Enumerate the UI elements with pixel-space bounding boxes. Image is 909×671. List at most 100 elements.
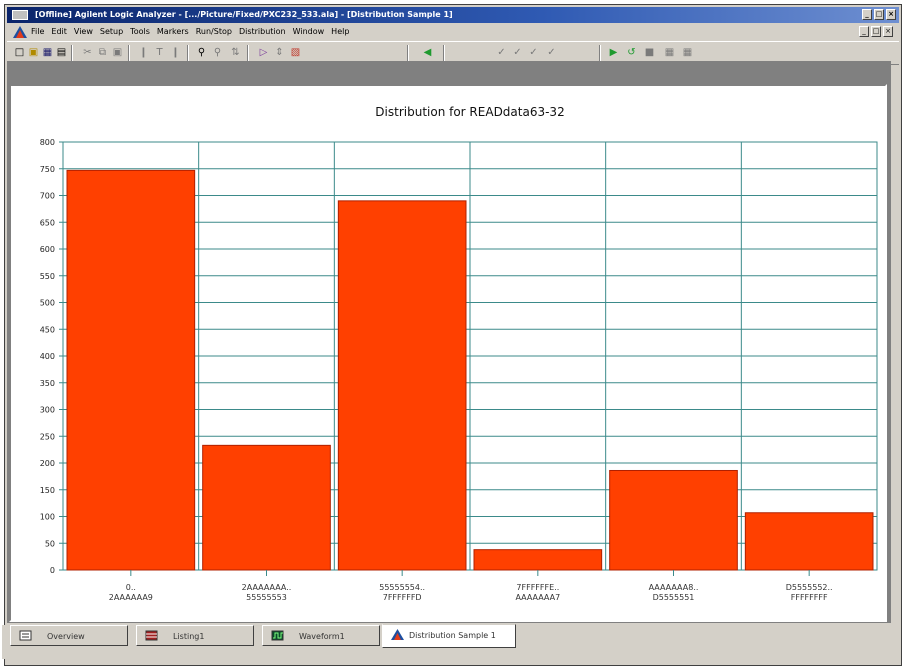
goto-start-icon[interactable]: ❙: [137, 46, 150, 59]
goto-trigger-icon[interactable]: T: [153, 46, 166, 59]
open-icon[interactable]: ▣: [27, 46, 40, 59]
x-tick-label: 55555554..: [379, 583, 425, 592]
y-tick-label: 350: [40, 379, 55, 388]
app-icon: [12, 10, 28, 20]
zoom-icon[interactable]: ⚲: [195, 46, 208, 59]
window-title: [Offline] Agilent Logic Analyzer - [.../…: [35, 10, 453, 19]
bar: [66, 169, 196, 571]
menu-tools[interactable]: Tools: [130, 24, 150, 40]
stop-icon[interactable]: ■: [643, 46, 656, 59]
run-icon[interactable]: ▶: [607, 46, 620, 59]
listing-icon: [145, 630, 158, 641]
menu-help[interactable]: Help: [331, 24, 349, 40]
copy-icon[interactable]: ⧉: [96, 46, 109, 59]
y-tick-label: 550: [40, 272, 55, 281]
tab-overview[interactable]: Overview: [10, 625, 128, 646]
x-tick-label: D5555552..: [786, 583, 833, 592]
x-tick-label: 55555553: [246, 593, 287, 602]
cut-icon[interactable]: ✂: [81, 46, 94, 59]
distribution-icon: [391, 629, 404, 640]
x-tick-label: 2AAAAAA9: [109, 593, 153, 602]
y-tick-label: 300: [40, 406, 55, 415]
mdi-minimize-button[interactable]: _: [859, 26, 869, 37]
new-icon[interactable]: □: [13, 46, 26, 59]
menu-file[interactable]: File: [31, 24, 44, 40]
toolbar-separator: [187, 45, 189, 61]
x-tick-label: 2AAAAAAA..: [242, 583, 292, 592]
chart-title: Distribution for READdata63-32: [375, 105, 564, 119]
grid-icon[interactable]: ▦: [681, 46, 694, 59]
grid-icon[interactable]: ▦: [663, 46, 676, 59]
tab-label: Waveform1: [299, 632, 345, 641]
green-arrow-icon[interactable]: ◀: [421, 46, 434, 59]
maximize-button[interactable]: □: [874, 9, 884, 20]
tab-label: Listing1: [173, 632, 205, 641]
agilent-logo-icon: [13, 26, 27, 38]
y-tick-label: 650: [40, 218, 55, 227]
menu-distribution[interactable]: Distribution: [239, 24, 286, 40]
tab-waveform1[interactable]: Waveform1: [262, 625, 380, 646]
split-icon[interactable]: ⇕: [273, 46, 286, 59]
mdi-close-button[interactable]: ×: [883, 26, 893, 37]
menu-window[interactable]: Window: [293, 24, 325, 40]
tab-label: Distribution Sample 1: [409, 631, 496, 640]
filter-icon[interactable]: ▷: [257, 46, 270, 59]
y-tick-label: 400: [40, 352, 55, 361]
save-icon[interactable]: ▦: [41, 46, 54, 59]
menu-edit[interactable]: Edit: [51, 24, 67, 40]
x-tick-label: AAAAAAA7: [515, 593, 560, 602]
check-icon[interactable]: ✓: [545, 46, 558, 59]
menu-view[interactable]: View: [74, 24, 93, 40]
menu-markers[interactable]: Markers: [157, 24, 189, 40]
paste-icon[interactable]: ▣: [111, 46, 124, 59]
bar: [609, 469, 738, 571]
y-tick-label: 250: [40, 432, 55, 441]
y-tick-label: 700: [40, 192, 55, 201]
y-tick-label: 100: [40, 513, 55, 522]
toolbar-separator: [443, 45, 445, 61]
minimize-button[interactable]: _: [862, 9, 872, 20]
y-tick-label: 800: [40, 138, 55, 147]
check-icon[interactable]: ✓: [495, 46, 508, 59]
tab-label: Overview: [47, 632, 85, 641]
toolbar-separator: [599, 45, 601, 61]
x-tick-label: 7FFFFFFD: [383, 593, 422, 602]
check-icon[interactable]: ✓: [511, 46, 524, 59]
tab-listing1[interactable]: Listing1: [136, 625, 254, 646]
menu-setup[interactable]: Setup: [100, 24, 123, 40]
close-button[interactable]: ×: [886, 9, 896, 20]
x-tick-label: AAAAAAA8..: [649, 583, 699, 592]
bar: [744, 512, 874, 571]
mdi-controls: _ □ ×: [859, 26, 893, 37]
run-repetitive-icon[interactable]: ↺: [625, 46, 638, 59]
tab-distribution-sample-1[interactable]: Distribution Sample 1: [382, 624, 516, 648]
y-tick-label: 750: [40, 165, 55, 174]
title-bar[interactable]: [Offline] Agilent Logic Analyzer - [.../…: [7, 7, 899, 23]
toolbar-separator: [407, 45, 409, 61]
overview-icon: [19, 630, 32, 641]
y-tick-label: 500: [40, 299, 55, 308]
waveform-icon: [271, 630, 284, 641]
bar: [337, 200, 467, 571]
zoom-out-icon[interactable]: ⚲: [211, 46, 224, 59]
y-tick-label: 150: [40, 486, 55, 495]
check-icon[interactable]: ✓: [527, 46, 540, 59]
x-tick-label: FFFFFFFF: [791, 593, 828, 602]
x-tick-label: 7FFFFFFE..: [516, 583, 559, 592]
color-icon[interactable]: ▧: [289, 46, 302, 59]
bar: [473, 549, 603, 571]
toolbar-separator: [128, 45, 130, 61]
distribution-chart-window: 0 50 100 150 200 250 300 350 400 450 500 550 600 650 7…: [9, 84, 887, 622]
menu-items: File Edit View Setup Tools Markers Run/S…: [31, 24, 349, 40]
x-tick-label: D5555551: [653, 593, 695, 602]
toolbar-separator: [71, 45, 73, 61]
bar: [202, 444, 331, 571]
print-icon[interactable]: ▤: [55, 46, 68, 59]
menu-run-stop[interactable]: Run/Stop: [196, 24, 232, 40]
y-tick-label: 200: [40, 459, 55, 468]
goto-end-icon[interactable]: ❙: [169, 46, 182, 59]
document-tab-bar: Overview Listing1 Waveform1 Distribution…: [2, 624, 894, 659]
x-tick-label: 0..: [126, 583, 136, 592]
mdi-restore-button[interactable]: □: [871, 26, 881, 37]
marker-icon[interactable]: ⇅: [229, 46, 242, 59]
